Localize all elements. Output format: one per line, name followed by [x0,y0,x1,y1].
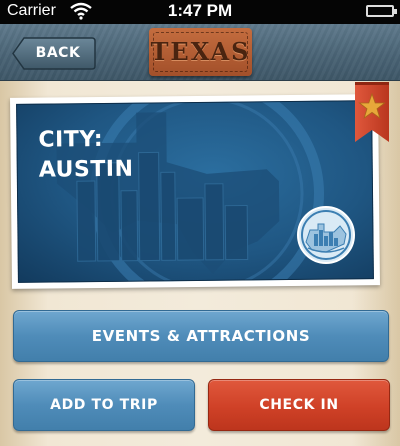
add-to-trip-button[interactable]: ADD TO TRIP [13,379,195,431]
logo-text: TEXAS [150,37,251,66]
back-button-label: BACK [35,45,81,61]
texas-logo-patch: TEXAS [149,28,252,76]
city-stamp-icon [297,206,355,264]
back-button[interactable]: BACK [12,37,96,70]
city-name: AUSTIN [38,156,134,183]
battery-icon [366,5,397,17]
bookmark-ribbon-icon[interactable] [355,82,389,142]
check-in-button[interactable]: CHECK IN [208,379,390,431]
city-title: CITY: AUSTIN [38,125,133,186]
status-bar: Carrier 1:47 PM [0,0,400,24]
events-attractions-button[interactable]: EVENTS & ATTRACTIONS [13,310,389,362]
city-prefix: CITY: [38,126,104,153]
status-time: 1:47 PM [167,1,233,20]
